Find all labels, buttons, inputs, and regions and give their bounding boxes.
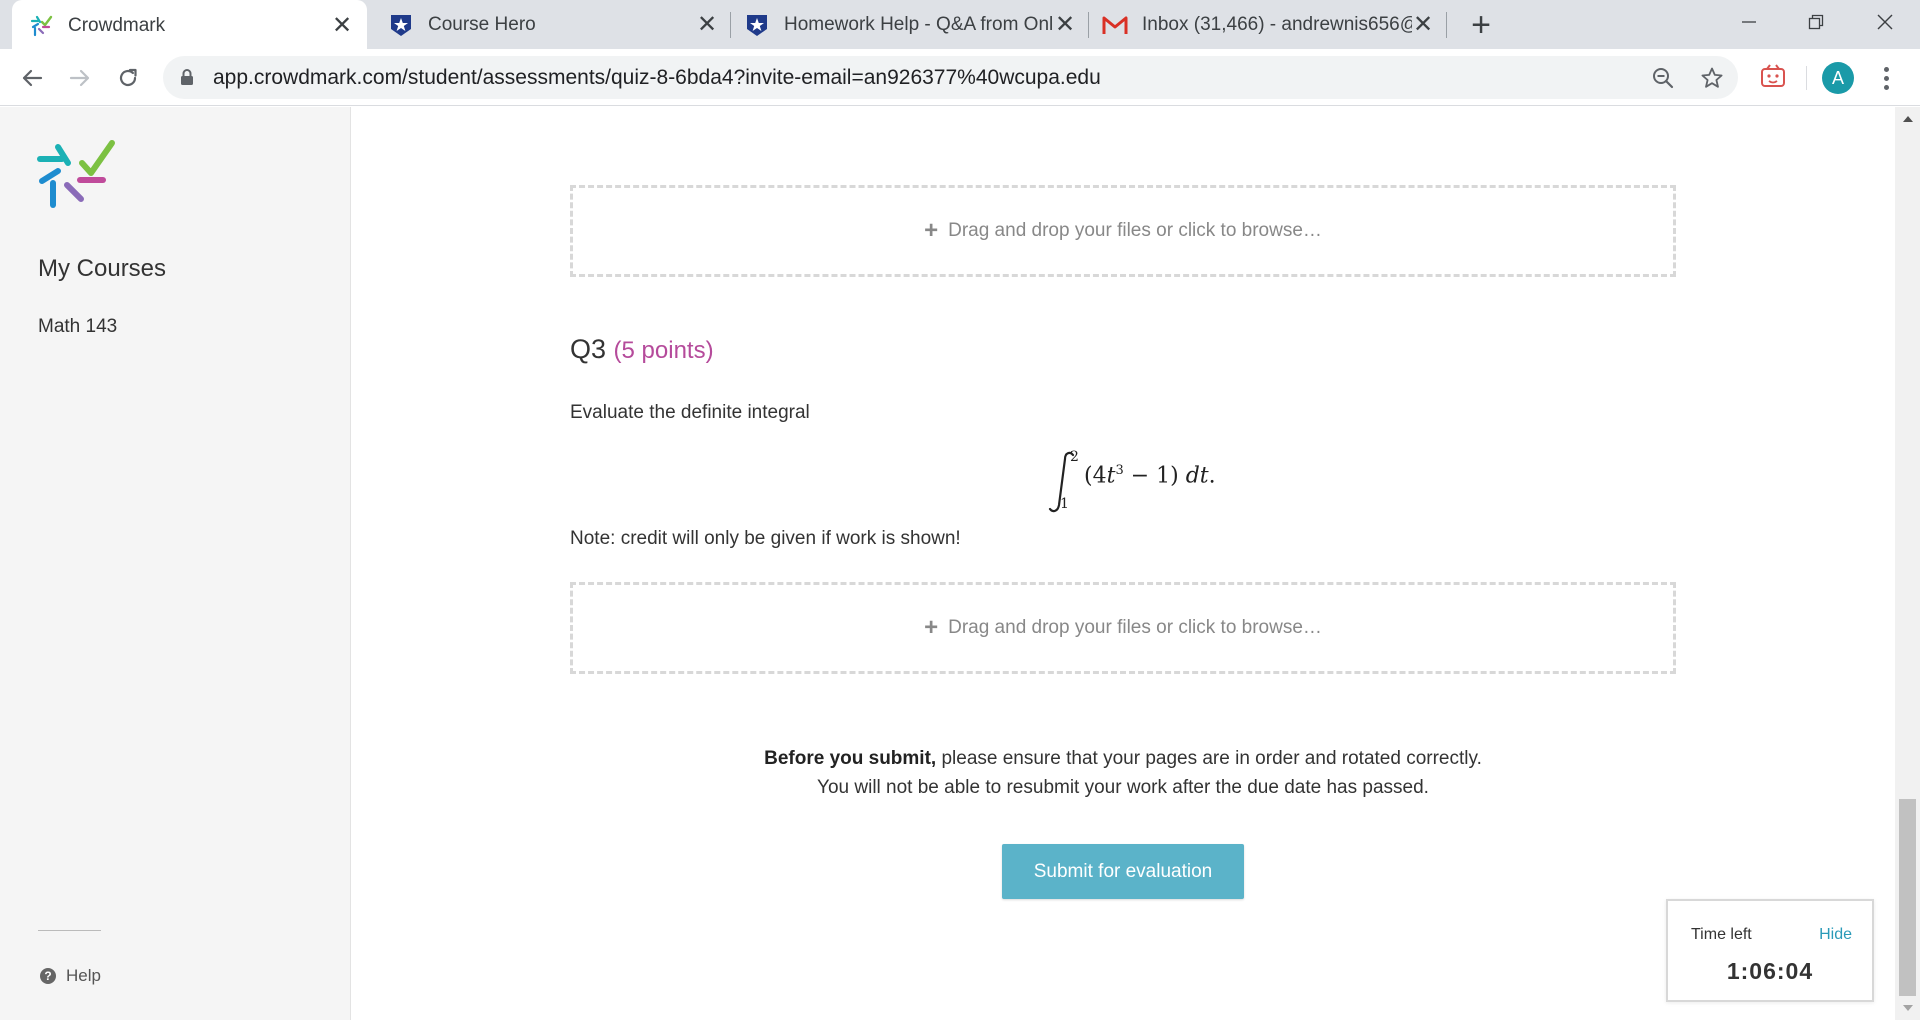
tab-separator — [1088, 12, 1089, 38]
close-tab-icon[interactable]: ✕ — [331, 12, 353, 39]
crowdmark-logo[interactable] — [36, 137, 120, 221]
browser-tab-strip: Crowdmark ✕ Course Hero ✕ Homework Help … — [0, 0, 1920, 51]
tab-course-hero[interactable]: Course Hero ✕ — [384, 0, 730, 49]
submit-for-evaluation-button[interactable]: Submit for evaluation — [1002, 844, 1244, 899]
page-scrollbar[interactable] — [1895, 107, 1920, 1020]
scroll-down-arrow-icon[interactable] — [1895, 1000, 1920, 1016]
address-bar[interactable]: app.crowdmark.com/student/assessments/qu… — [163, 56, 1738, 99]
dropzone-label: Drag and drop your files or click to bro… — [948, 617, 1322, 638]
time-left-widget: Time left Hide 1:06:04 — [1666, 899, 1874, 1002]
submit-notice: Before you submit, please ensure that yo… — [570, 744, 1676, 802]
integral-lower-limit: 1 — [1060, 496, 1069, 512]
restore-window-icon[interactable] — [1783, 0, 1849, 44]
question-points: (5 points) — [613, 337, 714, 364]
scroll-up-arrow-icon[interactable] — [1895, 111, 1920, 127]
hide-timer-link[interactable]: Hide — [1819, 926, 1852, 944]
tab-gmail-inbox[interactable]: Inbox (31,466) - andrewnis656@ ✕ — [1102, 0, 1446, 49]
new-tab-button[interactable]: + — [1464, 6, 1498, 44]
question-prompt: Evaluate the definite integral — [570, 402, 810, 423]
integral-upper-limit: 2 — [1070, 449, 1079, 465]
close-tab-icon[interactable]: ✕ — [1054, 11, 1076, 38]
close-window-icon[interactable] — [1852, 0, 1918, 44]
toolbar-divider — [1806, 66, 1807, 90]
scrollbar-thumb[interactable] — [1899, 799, 1916, 996]
reload-icon[interactable] — [111, 61, 145, 95]
bookmark-star-icon[interactable] — [1699, 65, 1725, 91]
submit-notice-bold: Before you submit, — [764, 748, 937, 769]
tab-homework-help[interactable]: Homework Help - Q&A from Onl ✕ — [744, 0, 1088, 49]
time-left-label: Time left — [1691, 926, 1752, 943]
tab-separator — [730, 12, 731, 38]
assessment-content: + Drag and drop your files or click to b… — [352, 107, 1895, 1020]
question-note: Note: credit will only be given if work … — [570, 528, 961, 549]
sidebar-divider — [38, 930, 101, 931]
crowdmark-icon — [28, 13, 54, 39]
help-link[interactable]: ? Help — [40, 966, 101, 986]
time-left-value: 1:06:04 — [1726, 958, 1814, 984]
plus-icon: + — [924, 614, 939, 641]
sidebar: My Courses Math 143 ? Help — [0, 107, 351, 1020]
tab-crowdmark[interactable]: Crowdmark ✕ — [12, 0, 367, 51]
sidebar-item-math-143[interactable]: Math 143 — [38, 316, 117, 338]
my-courses-heading: My Courses — [38, 255, 167, 282]
lock-icon[interactable] — [180, 68, 194, 91]
file-dropzone-q3[interactable]: + Drag and drop your files or click to b… — [570, 582, 1676, 674]
tab-title: Homework Help - Q&A from Onl — [784, 13, 1054, 35]
profile-avatar[interactable]: A — [1822, 62, 1854, 94]
course-hero-icon — [388, 12, 414, 38]
tab-separator — [1446, 12, 1447, 38]
back-arrow-icon[interactable] — [15, 61, 49, 95]
tab-title: Course Hero — [428, 13, 536, 35]
gmail-icon — [1102, 12, 1128, 38]
question-number: Q3 — [570, 334, 607, 364]
question-circle-icon: ? — [40, 968, 56, 984]
close-tab-icon[interactable]: ✕ — [1412, 11, 1434, 38]
submit-notice-line2: You will not be able to resubmit your wo… — [817, 777, 1429, 798]
tab-title: Crowdmark — [68, 14, 166, 36]
browser-toolbar: app.crowdmark.com/student/assessments/qu… — [0, 49, 1920, 106]
question-title: Q3 (5 points) — [570, 334, 714, 365]
plus-icon: + — [924, 217, 939, 244]
file-dropzone-q2[interactable]: + Drag and drop your files or click to b… — [570, 185, 1676, 277]
integrand: (4t3 − 1) dt. — [1084, 463, 1216, 489]
help-label: Help — [66, 966, 101, 985]
url-text: app.crowdmark.com/student/assessments/qu… — [213, 66, 1101, 89]
tab-title: Inbox (31,466) - andrewnis656@ — [1142, 13, 1412, 35]
zoom-icon[interactable] — [1650, 65, 1676, 91]
course-hero-icon — [744, 12, 770, 38]
submit-notice-text: please ensure that your pages are in ord… — [936, 748, 1482, 769]
forward-arrow-icon[interactable] — [63, 61, 97, 95]
close-tab-icon[interactable]: ✕ — [696, 11, 718, 38]
minimize-window-icon[interactable] — [1716, 0, 1782, 44]
extension-icon[interactable] — [1759, 63, 1787, 91]
browser-menu-icon[interactable] — [1876, 62, 1896, 94]
dropzone-label: Drag and drop your files or click to bro… — [948, 220, 1322, 241]
